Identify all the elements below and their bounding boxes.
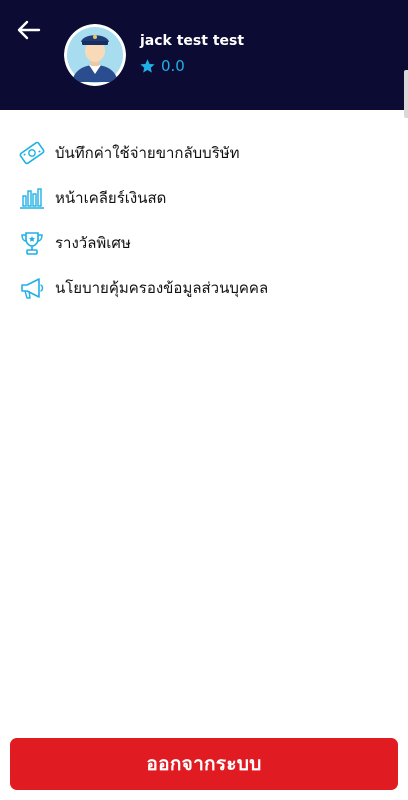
profile-header: jack test test 0.0: [0, 0, 408, 110]
back-arrow-icon: [17, 20, 41, 40]
menu-item-special-reward[interactable]: รางวัลพิเศษ: [0, 220, 408, 265]
menu-item-label: นโยบายคุ้มครองข้อมูลส่วนบุคคล: [55, 278, 269, 297]
menu-item-cash-clearing[interactable]: หน้าเคลียร์เงินสด: [0, 175, 408, 220]
edge-scroll-handle[interactable]: [404, 70, 408, 118]
menu-item-label: หน้าเคลียร์เงินสด: [55, 188, 167, 207]
menu-item-label: รางวัลพิเศษ: [55, 233, 131, 252]
user-name: jack test test: [140, 33, 245, 49]
bar-chart-icon: [18, 184, 46, 212]
profile-menu-screen: jack test test 0.0 บันทึกค่าใช้จ่ายขากลั…: [0, 0, 408, 800]
trophy-icon: [18, 229, 46, 257]
menu-list: บันทึกค่าใช้จ่ายขากลับบริษัท หน้าเคลียร์…: [0, 130, 408, 310]
rating-value: 0.0: [161, 57, 185, 75]
avatar: [64, 24, 126, 86]
menu-item-privacy-policy[interactable]: นโยบายคุ้มครองข้อมูลส่วนบุคคล: [0, 265, 408, 310]
megaphone-icon: [18, 274, 46, 302]
user-rating: 0.0: [139, 57, 185, 75]
menu-item-expense-record[interactable]: บันทึกค่าใช้จ่ายขากลับบริษัท: [0, 130, 408, 175]
back-button[interactable]: [12, 14, 46, 46]
money-bill-icon: [18, 139, 46, 167]
logout-button[interactable]: ออกจากระบบ: [10, 738, 398, 790]
star-icon: [140, 58, 155, 73]
menu-item-label: บันทึกค่าใช้จ่ายขากลับบริษัท: [55, 143, 240, 162]
